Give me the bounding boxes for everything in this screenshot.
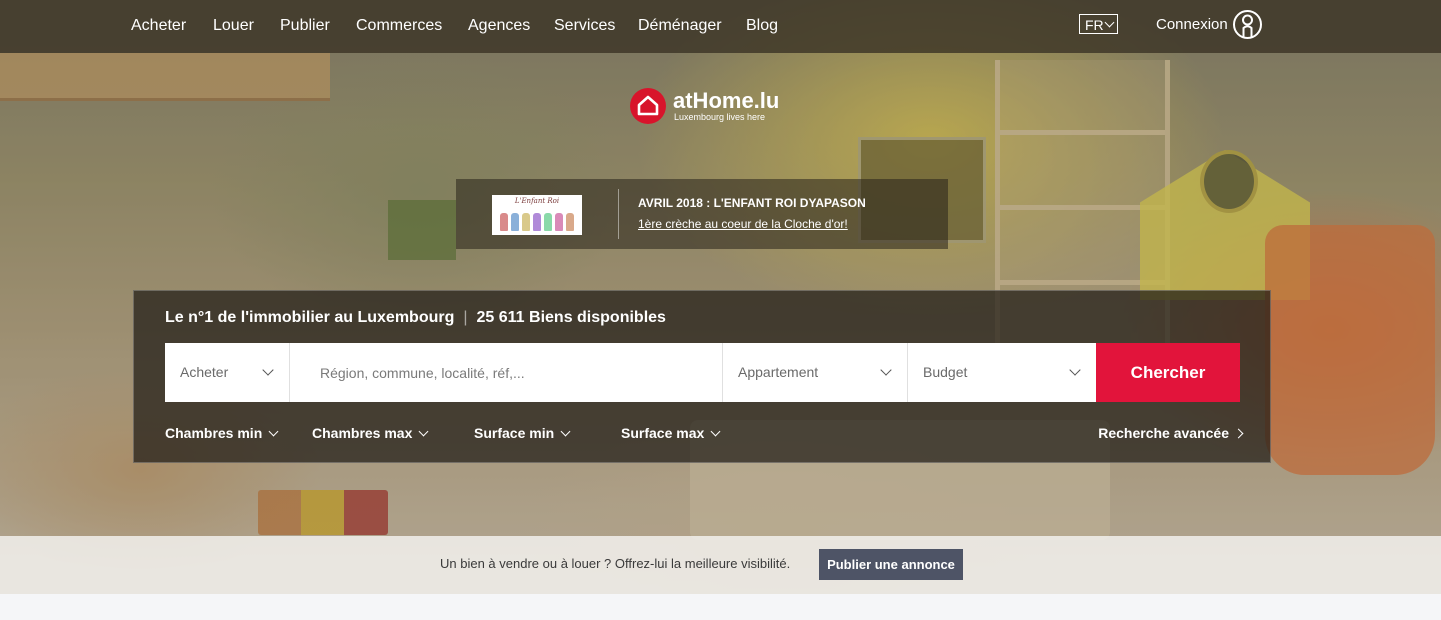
chevron-down-icon (1069, 364, 1081, 376)
filter-surface-min[interactable]: Surface min (474, 424, 571, 442)
house-icon (637, 95, 659, 116)
headline-separator: | (463, 309, 468, 326)
listing-count: 25 611 Biens disponibles (476, 309, 666, 326)
nav-item-publier[interactable]: Publier (280, 16, 330, 36)
filter-label: Surface min (474, 425, 555, 441)
nav-item-louer[interactable]: Louer (213, 16, 254, 36)
logo-badge (630, 88, 666, 124)
property-type-select[interactable]: Appartement (723, 343, 908, 402)
chevron-down-icon (710, 426, 721, 437)
chevron-down-icon (262, 364, 274, 376)
search-button[interactable]: Chercher (1096, 343, 1240, 402)
login-link[interactable]: Connexion (1156, 16, 1228, 34)
promo-thumbnail: L'Enfant Roi (492, 195, 582, 235)
property-type-value: Appartement (738, 364, 819, 380)
transaction-select[interactable]: Acheter (165, 343, 290, 402)
filter-label: Surface max (621, 425, 705, 441)
publish-listing-button[interactable]: Publier une annonce (819, 549, 963, 580)
filter-chambres-min[interactable]: Chambres min (165, 424, 279, 442)
logo-tagline: Luxembourg lives here (674, 112, 766, 122)
promo-divider (618, 189, 619, 239)
headline-tagline: Le n°1 de l'immobilier au Luxembourg (165, 309, 455, 326)
chevron-down-icon (560, 426, 571, 437)
filter-label: Chambres min (165, 425, 263, 441)
advanced-search-label: Recherche avancée (1098, 425, 1229, 441)
chevron-right-icon (1233, 428, 1244, 439)
nav-item-acheter[interactable]: Acheter (131, 16, 186, 36)
nav-item-blog[interactable]: Blog (746, 16, 778, 36)
logo-name: atHome.lu (673, 88, 780, 113)
filter-label: Chambres max (312, 425, 413, 441)
filter-chambres-max[interactable]: Chambres max (312, 424, 429, 442)
promo-title: AVRIL 2018 : L'ENFANT ROI DYAPASON (638, 196, 866, 210)
nav-item-services[interactable]: Services (554, 16, 615, 36)
budget-select[interactable]: Budget (908, 343, 1096, 402)
search-panel: Le n°1 de l'immobilier au Luxembourg | 25 … (133, 290, 1271, 463)
nav-item-demenager[interactable]: Déménager (638, 16, 722, 36)
language-label: FR (1085, 17, 1104, 33)
transaction-value: Acheter (180, 364, 229, 380)
chevron-down-icon (268, 426, 279, 437)
chevron-down-icon (880, 364, 892, 376)
promo-thumbnail-title: L'Enfant Roi (514, 197, 560, 205)
page-content-start (0, 594, 1441, 620)
filter-surface-max[interactable]: Surface max (621, 424, 721, 442)
nav-item-agences[interactable]: Agences (468, 16, 530, 36)
cta-text: Un bien à vendre ou à louer ? Offrez-lui… (440, 556, 791, 571)
language-selector[interactable]: FR (1079, 14, 1118, 34)
user-circle-icon[interactable] (1232, 9, 1263, 40)
search-headline: Le n°1 de l'immobilier au Luxembourg | 25 … (165, 308, 666, 328)
chevron-down-icon (1104, 17, 1115, 28)
nav-item-commerces[interactable]: Commerces (356, 16, 442, 36)
chevron-down-icon (418, 426, 429, 437)
location-input[interactable] (290, 343, 722, 402)
budget-value: Budget (923, 364, 968, 380)
top-navigation: Acheter Louer Publier Commerces Agences … (0, 0, 1441, 53)
site-logo[interactable]: atHome.lu Luxembourg lives here (630, 88, 790, 128)
promo-banner[interactable]: L'Enfant Roi AVRIL 2018 : L'ENFANT ROI D… (456, 179, 948, 249)
location-field[interactable] (290, 343, 723, 402)
promo-link[interactable]: 1ère crèche au coeur de la Cloche d'or! (638, 217, 848, 231)
advanced-search-link[interactable]: Recherche avancée (1098, 424, 1244, 442)
